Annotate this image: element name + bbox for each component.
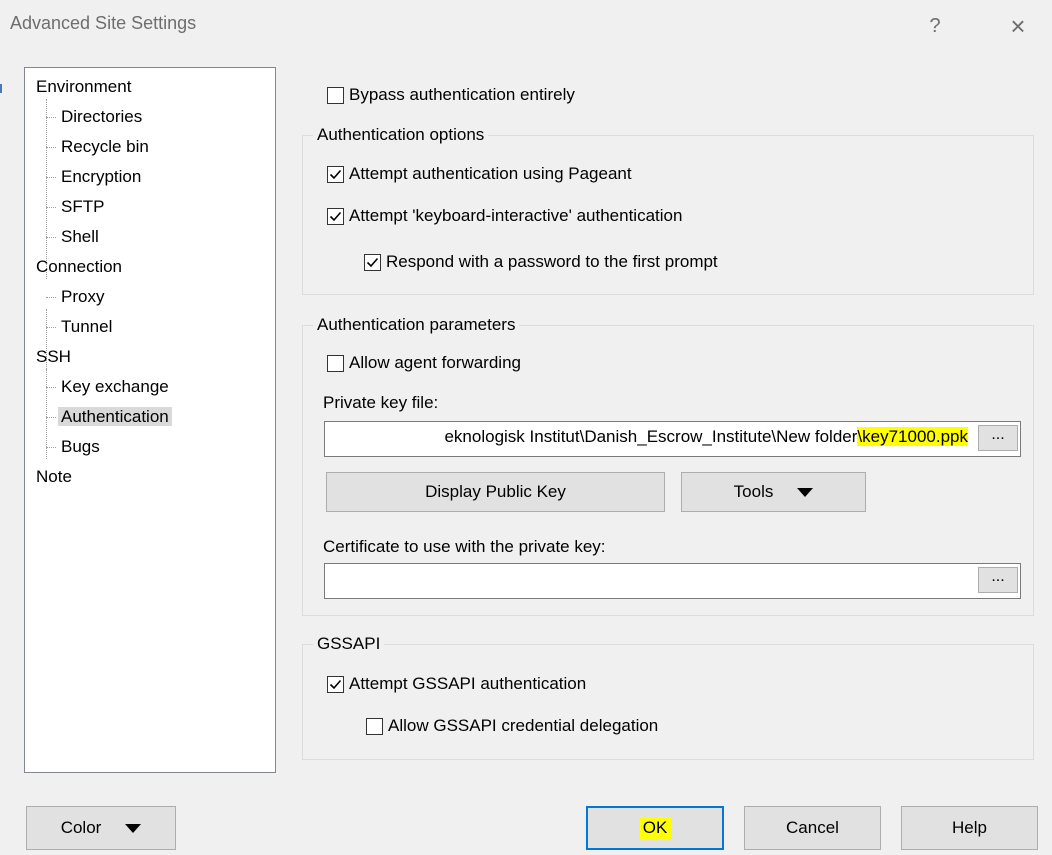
- tree-item-note[interactable]: Note: [33, 463, 75, 491]
- tree-item-label: Directories: [61, 107, 143, 126]
- authentication-parameters-title: Authentication parameters: [313, 315, 520, 335]
- gssapi-delegation-checkbox[interactable]: Allow GSSAPI credential delegation: [366, 713, 658, 739]
- tree-line: [46, 417, 56, 418]
- checkbox-label: Attempt GSSAPI authentication: [349, 674, 587, 693]
- checkmark-icon: [329, 169, 342, 179]
- button-label: Help: [952, 818, 987, 837]
- certificate-input[interactable]: ...: [324, 563, 1021, 599]
- checkbox-label: Allow agent forwarding: [349, 353, 521, 372]
- settings-tree[interactable]: Environment Directories Recycle bin Encr…: [24, 67, 276, 773]
- tree-line: [46, 369, 47, 459]
- tree-item-connection[interactable]: Connection: [33, 253, 125, 281]
- agent-forwarding-checkbox[interactable]: Allow agent forwarding: [327, 350, 521, 376]
- tree-line: [46, 237, 56, 238]
- tree-item-label: SSH: [36, 347, 71, 366]
- tree-item-label: Proxy: [61, 287, 105, 306]
- tree-item-label: Bugs: [61, 437, 100, 456]
- tree-item-label: Encryption: [61, 167, 142, 186]
- tree-item-environment[interactable]: Environment: [33, 73, 134, 101]
- tree-item-encryption[interactable]: Encryption: [58, 163, 144, 191]
- tree-line: [46, 99, 47, 279]
- private-key-filename-highlight: \key71000.ppk: [857, 427, 968, 446]
- respond-password-checkbox[interactable]: Respond with a password to the first pro…: [364, 249, 718, 275]
- display-public-key-button[interactable]: Display Public Key: [326, 472, 665, 512]
- tree-item-label: Key exchange: [61, 377, 169, 396]
- checkbox-box[interactable]: [327, 354, 344, 372]
- private-key-browse-button[interactable]: ...: [978, 425, 1018, 451]
- bypass-authentication-checkbox[interactable]: Bypass authentication entirely: [327, 82, 575, 108]
- tree-item-label: Authentication: [58, 407, 172, 426]
- private-key-path-prefix: eknologisk Institut\Danish_Escrow_Instit…: [444, 427, 858, 446]
- tree-item-ssh[interactable]: SSH: [33, 343, 74, 371]
- checkbox-label: Bypass authentication entirely: [349, 85, 575, 104]
- tools-dropdown-button[interactable]: Tools: [681, 472, 866, 512]
- checkbox-box[interactable]: [366, 717, 383, 735]
- color-dropdown-button[interactable]: Color: [26, 806, 176, 850]
- gssapi-title: GSSAPI: [313, 634, 385, 654]
- private-key-file-label: Private key file:: [323, 393, 439, 412]
- keyboard-interactive-checkbox[interactable]: Attempt 'keyboard-interactive' authentic…: [327, 203, 682, 229]
- private-key-path-text: eknologisk Institut\Danish_Escrow_Instit…: [444, 422, 968, 452]
- certificate-browse-button[interactable]: ...: [978, 567, 1018, 593]
- tree-item-tunnel[interactable]: Tunnel: [58, 313, 115, 341]
- tree-line: [46, 297, 56, 298]
- private-key-file-input[interactable]: eknologisk Institut\Danish_Escrow_Instit…: [324, 421, 1021, 457]
- button-label: Color: [60, 818, 102, 837]
- tree-line: [46, 447, 56, 448]
- checkbox-box[interactable]: [327, 86, 344, 104]
- checkbox-label: Attempt authentication using Pageant: [349, 164, 632, 183]
- tree-item-bugs[interactable]: Bugs: [58, 433, 103, 461]
- tree-item-authentication[interactable]: Authentication: [58, 403, 172, 431]
- help-button[interactable]: Help: [901, 806, 1038, 850]
- tree-item-key-exchange[interactable]: Key exchange: [58, 373, 172, 401]
- tree-line: [46, 177, 56, 178]
- checkbox-box[interactable]: [364, 253, 381, 271]
- tree-item-label: Recycle bin: [61, 137, 149, 156]
- tree-item-directories[interactable]: Directories: [58, 103, 145, 131]
- tree-item-label: Connection: [36, 257, 123, 276]
- button-label: Display Public Key: [425, 482, 566, 501]
- close-icon[interactable]: ×: [998, 8, 1038, 44]
- checkmark-icon: [366, 257, 379, 267]
- tree-item-label: Shell: [61, 227, 99, 246]
- checkbox-label: Allow GSSAPI credential delegation: [388, 716, 659, 735]
- gssapi-attempt-checkbox[interactable]: Attempt GSSAPI authentication: [327, 671, 586, 697]
- pageant-checkbox[interactable]: Attempt authentication using Pageant: [327, 161, 632, 187]
- checkmark-icon: [329, 679, 342, 689]
- tree-item-recycle-bin[interactable]: Recycle bin: [58, 133, 152, 161]
- tree-item-sftp[interactable]: SFTP: [58, 193, 107, 221]
- checkmark-icon: [329, 211, 342, 221]
- tree-item-proxy[interactable]: Proxy: [58, 283, 107, 311]
- tree-item-label: Note: [36, 467, 72, 486]
- tree-item-shell[interactable]: Shell: [58, 223, 102, 251]
- dropdown-arrow-icon: [125, 823, 142, 833]
- tree-line: [46, 147, 56, 148]
- checkbox-label: Attempt 'keyboard-interactive' authentic…: [349, 206, 683, 225]
- ok-button[interactable]: OK: [586, 806, 724, 850]
- help-icon[interactable]: ?: [915, 8, 955, 44]
- tree-line: [46, 207, 56, 208]
- dropdown-arrow-icon: [797, 487, 814, 497]
- tree-line: [46, 117, 56, 118]
- authentication-options-title: Authentication options: [313, 125, 489, 145]
- checkbox-box[interactable]: [327, 165, 344, 183]
- checkbox-box[interactable]: [327, 675, 344, 693]
- button-label: OK: [638, 817, 672, 839]
- window-accent: [0, 84, 2, 93]
- gssapi-group: [302, 644, 1034, 760]
- tree-item-label: Tunnel: [61, 317, 113, 336]
- tree-line: [46, 387, 56, 388]
- checkbox-label: Respond with a password to the first pro…: [386, 252, 718, 271]
- checkbox-box[interactable]: [327, 207, 344, 225]
- tree-line: [46, 327, 56, 328]
- tree-item-label: SFTP: [61, 197, 105, 216]
- tree-item-label: Environment: [36, 77, 132, 96]
- button-label: Cancel: [786, 818, 839, 837]
- certificate-label: Certificate to use with the private key:: [323, 537, 606, 556]
- cancel-button[interactable]: Cancel: [744, 806, 881, 850]
- window-title: Advanced Site Settings: [10, 13, 197, 33]
- button-label: Tools: [733, 482, 774, 501]
